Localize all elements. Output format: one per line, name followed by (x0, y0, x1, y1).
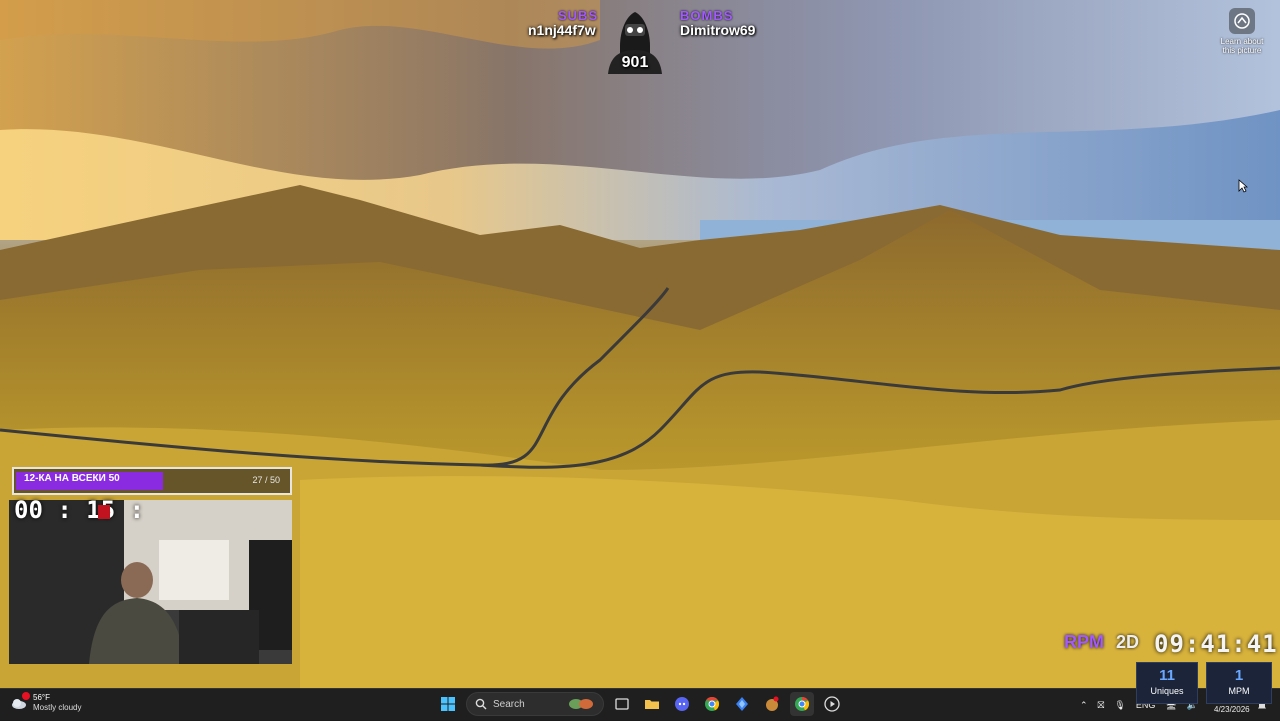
overlay-clock: 09:41:41 (1154, 630, 1278, 658)
sub-goal-count: 27 / 50 (252, 475, 280, 485)
weather-temp: 56°F (33, 693, 50, 702)
discord-icon (675, 697, 689, 711)
taskbar-apps: Search (436, 692, 844, 716)
uniques-label: Uniques (1150, 686, 1184, 696)
mpm-counter: 1 MPM (1206, 662, 1272, 704)
taskbar-date[interactable]: 4/23/2026 (1214, 705, 1250, 714)
game-button[interactable] (760, 692, 784, 716)
file-explorer-button[interactable] (640, 692, 664, 716)
uniques-value: 11 (1159, 667, 1175, 684)
chrome-button[interactable] (700, 692, 724, 716)
media-player-icon (824, 696, 840, 712)
show-hidden-icons-chevron-icon[interactable]: ⌃ (1080, 700, 1088, 711)
alerts-overlay: SUBS n1nj44f7w 901 BOMBS Dimitrow69 (520, 6, 780, 76)
mouse-cursor-icon (1238, 179, 1248, 193)
subs-label: SUBS (558, 8, 599, 23)
sub-goal-bar: 12-КА НА ВСЕКИ 50 27 / 50 (12, 467, 292, 495)
sub-goal-title: 12-КА НА ВСЕКИ 50 (24, 473, 120, 484)
discord-button[interactable] (670, 692, 694, 716)
taskbar-search[interactable]: Search (466, 692, 604, 716)
camera-icon (1229, 8, 1255, 34)
bombs-label: BOMBS (680, 8, 734, 23)
rpm-label: RPM (1064, 632, 1104, 652)
weather-desc: Mostly cloudy (33, 703, 82, 712)
taskbar: 56°F Mostly cloudy Search ⌃ ⛝ 🎙 ENG 🖥 🔈 … (0, 688, 1280, 720)
dev-tool-button[interactable] (730, 692, 754, 716)
desktop-wallpaper: SUBS n1nj44f7w 901 BOMBS Dimitrow69 Lear… (0, 0, 1280, 688)
weather-widget[interactable]: 56°F Mostly cloudy (10, 692, 82, 713)
cloud-icon (10, 692, 30, 712)
stream-timer: 00 : 15 : (14, 496, 145, 524)
mascot-count: 901 (621, 54, 649, 71)
learn-about-picture-label: Learn about this picture (1220, 37, 1264, 55)
media-player-button[interactable] (820, 692, 844, 716)
search-icon (475, 698, 487, 710)
learn-about-picture-button[interactable]: Learn about this picture (1214, 8, 1270, 55)
game-icon (766, 696, 779, 711)
task-view-button[interactable] (610, 692, 634, 716)
search-label: Search (493, 698, 525, 710)
mic-icon[interactable]: 🎙 (1114, 700, 1125, 711)
task-view-icon (615, 698, 629, 710)
mpm-label: MPM (1228, 686, 1250, 696)
notification-badge (22, 692, 30, 700)
start-icon (441, 697, 455, 711)
search-highlight-icon (569, 699, 593, 709)
chrome-icon (795, 696, 810, 711)
recording-indicator (98, 505, 110, 519)
mode-label: 2D (1116, 632, 1140, 652)
webcam-feed (9, 500, 292, 664)
uniques-counter: 11 Uniques (1136, 662, 1198, 704)
tray-app-icon[interactable]: ⛝ (1098, 700, 1105, 711)
mpm-value: 1 (1234, 667, 1244, 684)
start-button[interactable] (436, 692, 460, 716)
file-explorer-icon (645, 700, 659, 709)
chrome-active-button[interactable] (790, 692, 814, 716)
chrome-icon (705, 696, 720, 711)
subs-name: n1nj44f7w (528, 22, 596, 38)
dev-tool-icon (736, 697, 748, 711)
bombs-name: Dimitrow69 (680, 22, 756, 38)
